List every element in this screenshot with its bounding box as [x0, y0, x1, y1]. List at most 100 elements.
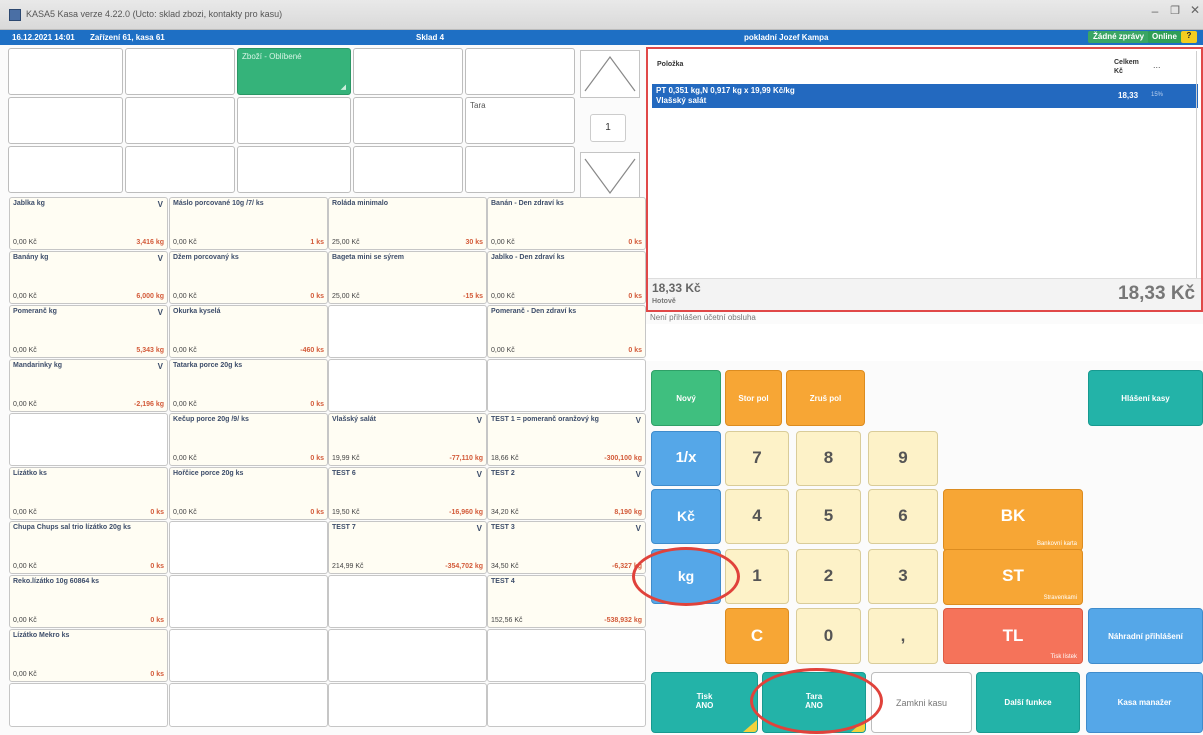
- product-button-empty[interactable]: [487, 359, 646, 412]
- product-button[interactable]: Bageta mini se sýrem 25,00 Kč -15 ks: [328, 251, 487, 304]
- digit-5-button[interactable]: 5: [796, 489, 861, 544]
- product-button-empty[interactable]: [328, 359, 487, 412]
- product-button[interactable]: TEST 3 V 34,50 Kč -6,327 kg: [487, 521, 646, 574]
- product-name: TEST 7: [332, 524, 356, 531]
- quick-button[interactable]: [125, 48, 235, 95]
- product-button-empty[interactable]: [169, 521, 328, 574]
- product-button-empty[interactable]: [328, 575, 487, 628]
- product-button[interactable]: Reko.lízátko 10g 60864 ks 0,00 Kč 0 ks: [9, 575, 168, 628]
- quick-button[interactable]: [237, 146, 351, 193]
- tara-toggle-button[interactable]: Tara ANO: [762, 672, 866, 733]
- quick-button[interactable]: [8, 146, 123, 193]
- product-button[interactable]: Roláda minimalo 25,00 Kč 30 ks: [328, 197, 487, 250]
- product-button[interactable]: Kečup porce 20g /9/ ks 0,00 Kč 0 ks: [169, 413, 328, 466]
- product-button[interactable]: Mandarinky kg V 0,00 Kč -2,196 kg: [9, 359, 168, 412]
- product-button[interactable]: TEST 1 = pomeranč oranžový kg V 18,66 Kč -…: [487, 413, 646, 466]
- digit-0-label: 0: [823, 626, 834, 645]
- product-button-empty[interactable]: [9, 413, 168, 466]
- print-toggle-button[interactable]: Tisk ANO: [651, 672, 758, 733]
- quick-button[interactable]: [353, 97, 463, 144]
- receipt-line-selected[interactable]: PT 0,351 kg,N 0,917 kg x 19,99 Kč/kg Vla…: [652, 84, 1198, 108]
- quick-button[interactable]: [353, 146, 463, 193]
- more-functions-button[interactable]: Další funkce: [976, 672, 1080, 733]
- digit-6-button[interactable]: 6: [868, 489, 938, 544]
- kg-button[interactable]: kg: [651, 549, 721, 604]
- product-button[interactable]: Banány kg V 0,00 Kč 6,000 kg: [9, 251, 168, 304]
- product-button[interactable]: Pomeranč kg V 0,00 Kč 5,343 kg: [9, 305, 168, 358]
- digit-2-button[interactable]: 2: [796, 549, 861, 604]
- quick-button[interactable]: [8, 97, 123, 144]
- quick-button[interactable]: [465, 146, 575, 193]
- product-button-empty[interactable]: [487, 683, 646, 727]
- close-icon[interactable]: ✕: [1188, 3, 1202, 17]
- storno-item-button[interactable]: Stor pol: [725, 370, 782, 426]
- product-button[interactable]: TEST 4 152,56 Kč -538,932 kg: [487, 575, 646, 628]
- product-button[interactable]: TEST 6 V 19,50 Kč -16,960 kg: [328, 467, 487, 520]
- help-button[interactable]: ?: [1181, 31, 1197, 43]
- register-manager-button[interactable]: Kasa manažer: [1086, 672, 1203, 733]
- quick-button[interactable]: [237, 97, 351, 144]
- scroll-up-button[interactable]: [580, 50, 640, 98]
- clear-button[interactable]: C: [725, 608, 789, 664]
- digit-4-button[interactable]: 4: [725, 489, 789, 544]
- product-button[interactable]: Džem porcovaný ks 0,00 Kč 0 ks: [169, 251, 328, 304]
- currency-czk-button[interactable]: Kč: [651, 489, 721, 544]
- register-report-button[interactable]: Hlášení kasy: [1088, 370, 1203, 426]
- product-stock: 0 ks: [310, 455, 324, 462]
- restore-icon[interactable]: ❐: [1168, 4, 1182, 17]
- comma-button[interactable]: ,: [868, 608, 938, 664]
- quick-button[interactable]: [465, 48, 575, 95]
- inverse-button[interactable]: 1/x: [651, 431, 721, 486]
- tara-button[interactable]: Tara: [465, 97, 575, 144]
- product-button[interactable]: Hořčice porce 20g ks 0,00 Kč 0 ks: [169, 467, 328, 520]
- receipt-columns-menu[interactable]: ...: [1153, 60, 1161, 70]
- meal-voucher-button[interactable]: ST Stravenkami: [943, 549, 1083, 605]
- product-button-empty[interactable]: [169, 629, 328, 682]
- receipt-col-total: Celkem Kč: [1114, 58, 1144, 76]
- digit-8-button[interactable]: 8: [796, 431, 861, 486]
- quick-button[interactable]: [125, 146, 235, 193]
- product-price: 0,00 Kč: [173, 401, 197, 408]
- product-button[interactable]: Chupa Chups sal trio lízátko 20g ks 0,00…: [9, 521, 168, 574]
- product-button-empty[interactable]: [169, 683, 328, 727]
- product-button[interactable]: Banán - Den zdraví ks 0,00 Kč 0 ks: [487, 197, 646, 250]
- new-receipt-button[interactable]: Nový: [651, 370, 721, 426]
- digit-0-button[interactable]: 0: [796, 608, 861, 664]
- product-button-empty[interactable]: [9, 683, 168, 727]
- lock-register-button[interactable]: Zamkni kasu: [871, 672, 972, 733]
- product-button-empty[interactable]: [487, 629, 646, 682]
- product-button[interactable]: Lízátko Mekro ks 0,00 Kč 0 ks: [9, 629, 168, 682]
- digit-1-button[interactable]: 1: [725, 549, 789, 604]
- product-button[interactable]: Tatarka porce 20g ks 0,00 Kč 0 ks: [169, 359, 328, 412]
- minimize-icon[interactable]: –: [1148, 4, 1162, 18]
- messages-badge[interactable]: Žádné zprávy: [1088, 31, 1150, 43]
- void-item-button[interactable]: Zruš pol: [786, 370, 865, 426]
- product-button[interactable]: TEST 7 V 214,99 Kč -354,702 kg: [328, 521, 487, 574]
- product-price: 0,00 Kč: [13, 293, 37, 300]
- product-unit: V: [157, 254, 163, 263]
- product-button[interactable]: Pomeranč - Den zdraví ks 0,00 Kč 0 ks: [487, 305, 646, 358]
- product-price: 0,00 Kč: [173, 239, 197, 246]
- quick-button-favorites[interactable]: Zboží - Oblíbené ◢: [237, 48, 351, 95]
- digit-9-button[interactable]: 9: [868, 431, 938, 486]
- product-button-empty[interactable]: [328, 305, 487, 358]
- product-button[interactable]: Máslo porcované 10g /7/ ks 0,00 Kč 1 ks: [169, 197, 328, 250]
- print-ticket-button[interactable]: TL Tisk lístek: [943, 608, 1083, 664]
- product-button-empty[interactable]: [328, 683, 487, 727]
- product-button[interactable]: Lízátko ks 0,00 Kč 0 ks: [9, 467, 168, 520]
- product-button[interactable]: Jablko - Den zdraví ks 0,00 Kč 0 ks: [487, 251, 646, 304]
- product-button-empty[interactable]: [328, 629, 487, 682]
- digit-3-button[interactable]: 3: [868, 549, 938, 604]
- scroll-down-button[interactable]: [580, 152, 640, 198]
- product-button[interactable]: TEST 2 V 34,20 Kč 8,190 kg: [487, 467, 646, 520]
- bank-card-button[interactable]: BK Bankovní karta: [943, 489, 1083, 551]
- digit-7-button[interactable]: 7: [725, 431, 789, 486]
- product-button[interactable]: Okurka kyselá 0,00 Kč -460 ks: [169, 305, 328, 358]
- product-button-empty[interactable]: [169, 575, 328, 628]
- product-button[interactable]: Vlašský salát V 19,99 Kč -77,110 kg: [328, 413, 487, 466]
- product-button[interactable]: Jablka kg V 0,00 Kč 3,416 kg: [9, 197, 168, 250]
- quick-button[interactable]: [353, 48, 463, 95]
- quick-button[interactable]: [125, 97, 235, 144]
- alternate-login-button[interactable]: Náhradní přihlášení: [1088, 608, 1203, 664]
- quick-button[interactable]: [8, 48, 123, 95]
